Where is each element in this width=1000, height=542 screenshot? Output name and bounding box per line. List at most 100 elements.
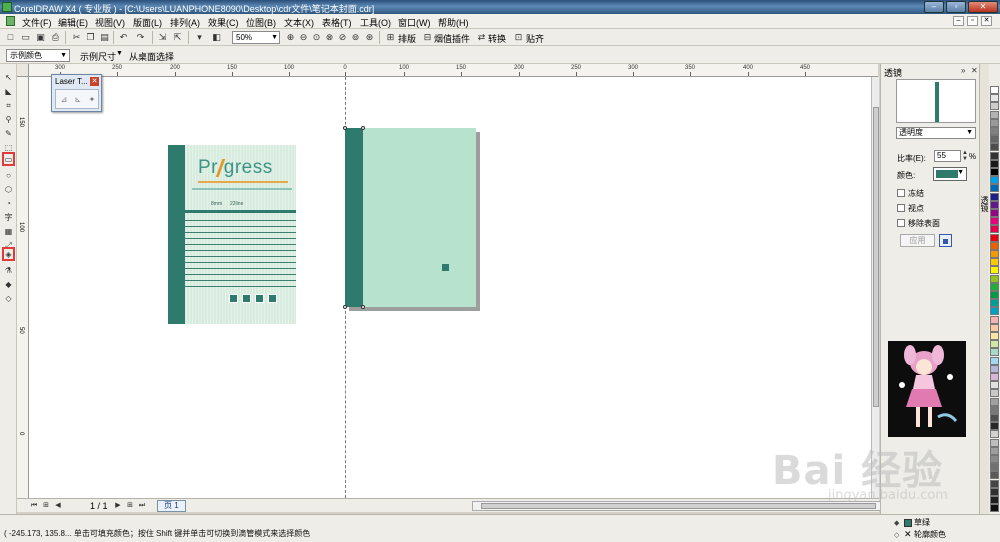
document-icon[interactable] (6, 16, 15, 26)
doc-close-button[interactable]: ✕ (981, 16, 992, 26)
freehand-tool-icon[interactable]: ✎ (2, 128, 15, 140)
notebook-cover-back[interactable] (343, 126, 476, 309)
chevron-down-icon[interactable]: ▼ (116, 50, 123, 57)
palette-swatch[interactable] (990, 463, 999, 472)
palette-swatch[interactable] (990, 389, 999, 398)
stepper-icon[interactable]: ▲ ▼ (962, 150, 968, 162)
notebook-cover-front[interactable]: Pr gress 8mm 22line (168, 145, 296, 324)
coreldraw-app-icon[interactable] (2, 2, 12, 12)
palette-swatch[interactable] (990, 373, 999, 381)
pick-tool-icon[interactable]: ↖ (2, 72, 15, 84)
palette-swatch[interactable] (990, 151, 999, 160)
palette-swatch[interactable] (990, 307, 999, 316)
palette-swatch[interactable] (990, 381, 999, 390)
close-button[interactable]: ✕ (968, 1, 998, 13)
scrollbar-thumb[interactable] (873, 107, 879, 407)
print-icon[interactable]: ⎙ (49, 31, 62, 43)
add-page-after-icon[interactable]: ⊞ (125, 501, 135, 511)
outline-status[interactable]: ◇ ✕ 轮廓颜色 (894, 529, 946, 540)
drawing-canvas[interactable]: Pr gress 8mm 22line (29, 77, 878, 498)
collapse-icon[interactable]: » (961, 66, 965, 75)
palette-swatch[interactable] (990, 192, 999, 201)
snap-button[interactable]: 贴齐 (526, 32, 544, 45)
zoom-out-icon[interactable]: ⊖ (297, 31, 310, 43)
zoom-tool-icon[interactable]: ⚲ (2, 114, 15, 126)
cut-icon[interactable]: ✂ (70, 31, 83, 43)
palette-swatch[interactable] (990, 332, 999, 340)
menu-edit[interactable]: 编辑(E) (58, 16, 88, 29)
first-page-icon[interactable]: ⏮ (29, 501, 39, 511)
selection-node[interactable] (343, 126, 347, 130)
palette-swatch[interactable] (990, 250, 999, 258)
palette-swatch[interactable] (990, 225, 999, 234)
menu-tools[interactable]: 工具(O) (360, 16, 391, 29)
shape-tool-icon[interactable]: ◣ (2, 86, 15, 98)
zoom-page-icon[interactable]: ⊙ (310, 31, 323, 43)
palette-swatch[interactable] (990, 397, 999, 406)
lens-mode-select[interactable]: 透明度 ▼ (896, 127, 976, 139)
laser-tool-icon[interactable]: ⊾ (73, 95, 83, 105)
text-tool-icon[interactable]: 字 (2, 212, 15, 224)
palette-swatch[interactable] (990, 487, 999, 496)
menu-help[interactable]: 帮助(H) (438, 16, 469, 29)
menu-layout[interactable]: 版面(L) (133, 16, 162, 29)
ruler-origin[interactable] (17, 64, 29, 77)
palette-swatch[interactable] (990, 479, 999, 488)
palette-swatch[interactable] (990, 364, 999, 373)
layout-plugin-button[interactable]: 排版 (398, 32, 416, 45)
laser-tool-icon[interactable]: ✦ (87, 95, 97, 105)
sample-size-label[interactable]: 示例尺寸 (80, 50, 116, 63)
minimize-button[interactable]: – (924, 1, 944, 13)
menu-effects[interactable]: 效果(C) (208, 16, 239, 29)
zoom-selected-icon[interactable]: ⊛ (363, 31, 376, 43)
lock-icon[interactable] (939, 234, 952, 247)
interactive-fill-tool-icon[interactable]: ◈ (2, 247, 15, 261)
menu-text[interactable]: 文本(X) (284, 16, 314, 29)
palette-swatch[interactable] (990, 110, 999, 119)
palette-swatch[interactable] (990, 266, 999, 275)
palette-swatch[interactable] (990, 274, 999, 283)
palette-swatch[interactable] (990, 438, 999, 447)
outline-tool-icon[interactable]: ◆ (2, 279, 15, 291)
palette-swatch[interactable] (990, 471, 999, 480)
previous-page-icon[interactable]: ◀ (53, 501, 63, 511)
application-launcher-icon[interactable]: ▾ (193, 31, 206, 43)
palette-swatch[interactable] (990, 135, 999, 144)
palette-swatch[interactable] (990, 159, 999, 168)
convert-button[interactable]: 转换 (488, 32, 506, 45)
palette-swatch[interactable] (990, 348, 999, 357)
palette-swatch[interactable] (990, 118, 999, 127)
basic-shapes-tool-icon[interactable]: ◔ (2, 198, 15, 210)
page-tab-1[interactable]: 页 1 (157, 500, 186, 512)
horizontal-ruler[interactable]: 300 250 200 150 100 0 100 150 200 250 30… (29, 64, 878, 77)
undo-icon[interactable]: ↶ (117, 31, 130, 43)
zoom-width-icon[interactable]: ⊘ (336, 31, 349, 43)
palette-swatch[interactable] (990, 356, 999, 365)
palette-swatch[interactable] (990, 496, 999, 504)
zoom-level-select[interactable]: 50% ▼ (232, 31, 280, 44)
next-page-icon[interactable]: ▶ (113, 501, 123, 511)
doc-restore-button[interactable]: ▫ (967, 16, 978, 26)
export-icon[interactable]: ⇱ (171, 31, 184, 43)
palette-swatch[interactable] (990, 422, 999, 431)
menu-bitmaps[interactable]: 位图(B) (246, 16, 276, 29)
laser-tools-window[interactable]: Laser T... ✕ ⊿ ⊾ ✦ (51, 74, 102, 112)
palette-swatch[interactable] (990, 184, 999, 193)
zoom-fit-icon[interactable]: ⊗ (323, 31, 336, 43)
remove-face-checkbox[interactable] (897, 219, 905, 227)
palette-swatch[interactable] (990, 168, 999, 176)
selection-node[interactable] (343, 305, 347, 309)
add-page-before-icon[interactable]: ⊞ (41, 501, 51, 511)
zoom-in-icon[interactable]: ⊕ (284, 31, 297, 43)
laser-tools-title[interactable]: Laser T... (55, 77, 88, 86)
close-icon[interactable]: ✕ (90, 77, 99, 86)
fill-tool-icon[interactable]: ◇ (2, 293, 15, 305)
apply-button[interactable]: 应用 (900, 234, 935, 247)
menu-window[interactable]: 窗口(W) (398, 16, 431, 29)
menu-arrange[interactable]: 排列(A) (170, 16, 200, 29)
zoom-height-icon[interactable]: ⊚ (349, 31, 362, 43)
copy-icon[interactable]: ❐ (84, 31, 97, 43)
table-tool-icon[interactable]: ▦ (2, 226, 15, 238)
selection-node[interactable] (361, 305, 365, 309)
last-page-icon[interactable]: ⏭ (137, 501, 147, 511)
